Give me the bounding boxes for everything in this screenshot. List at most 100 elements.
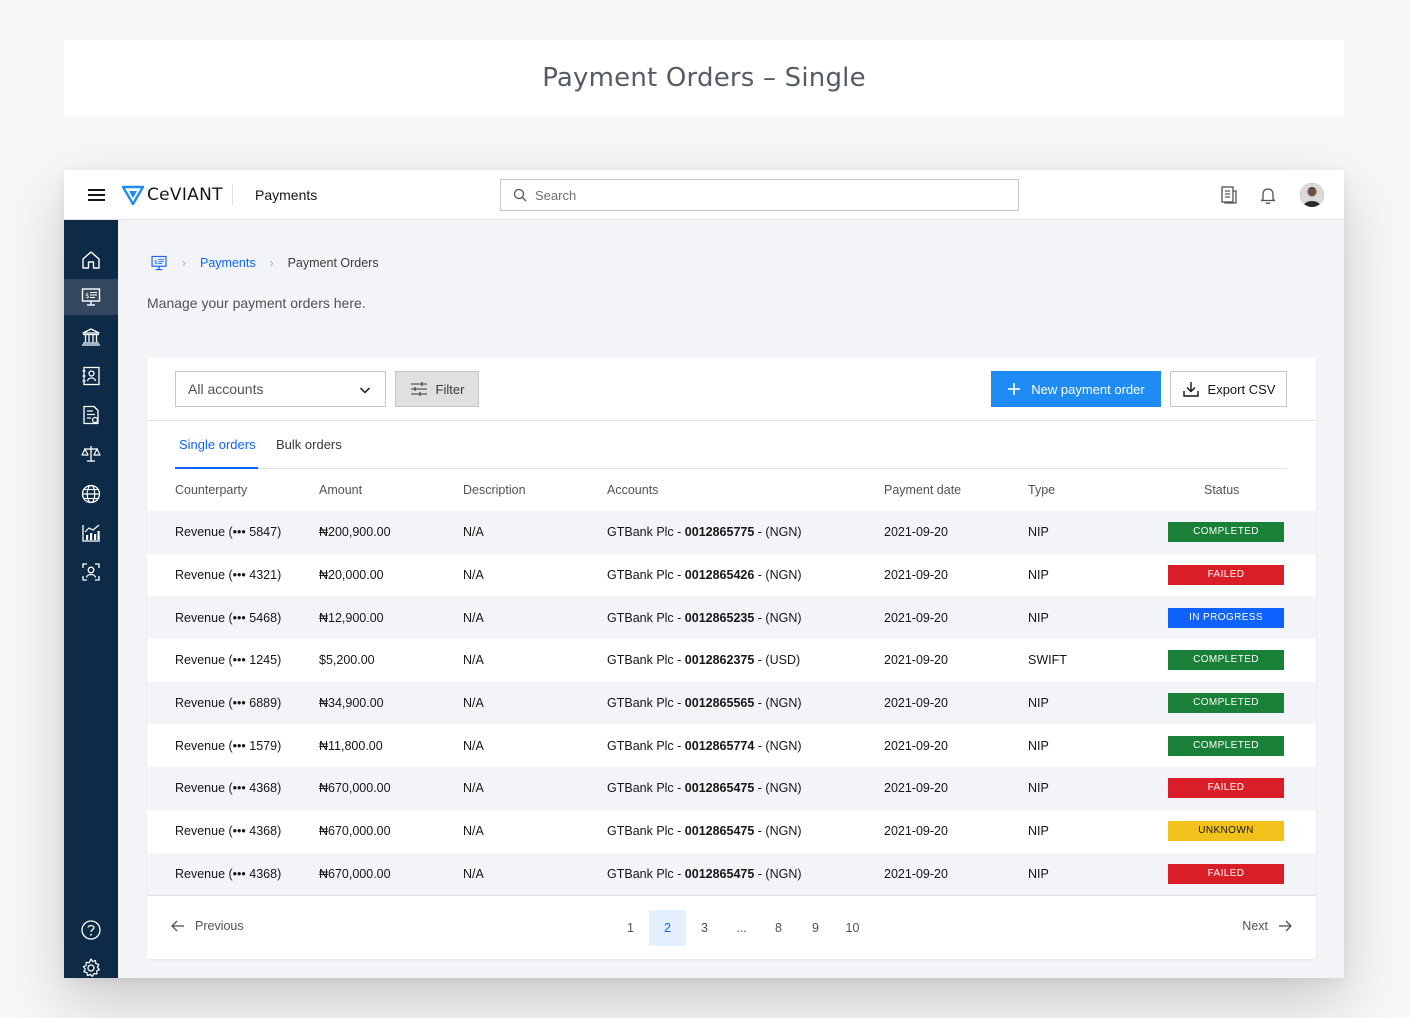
contacts-icon	[82, 366, 100, 386]
sidebar-item-invoices[interactable]	[64, 397, 118, 433]
page-number-button[interactable]: 8	[760, 910, 797, 946]
cell-status: FAILED	[1168, 767, 1316, 810]
pagination: Previous 1 2 3... 8 9 10 Next	[147, 895, 1316, 959]
page-number-button[interactable]: 2	[649, 910, 686, 946]
table-row[interactable]: Revenue (••• 1579) ₦11,800.00 N/A GTBank Pl…	[147, 724, 1316, 767]
svg-text:$: $	[154, 260, 158, 266]
header-divider	[232, 184, 233, 206]
account-bank: GTBank Plc -	[607, 568, 685, 583]
account-number: 0012865475	[684, 866, 755, 881]
document-icon[interactable]	[1218, 184, 1240, 206]
account-dropdown[interactable]: All accounts	[175, 371, 386, 407]
column-header-payment-date[interactable]: Payment date	[884, 469, 1028, 511]
account-number: 0012865475	[684, 781, 755, 796]
table-row[interactable]: Revenue (••• 4321) ₦20,000.00 N/A GTBank Pl…	[147, 554, 1316, 597]
tab-single-orders[interactable]: Single orders	[179, 437, 256, 452]
search-input[interactable]: Search	[500, 179, 1019, 211]
cell-payment-date: 2021-09-20	[884, 610, 948, 625]
table-row[interactable]: Revenue (••• 4368) ₦670,000.00 N/A GTBank P…	[147, 810, 1316, 853]
sidebar-item-settings[interactable]	[64, 950, 118, 978]
cell-type: NIP	[1028, 525, 1049, 540]
next-page-button[interactable]: Next	[1242, 919, 1292, 933]
cell-amount: ₦34,900.00	[319, 696, 384, 711]
menu-icon[interactable]	[86, 186, 108, 204]
sidebar-item-international[interactable]	[64, 476, 118, 512]
brand-logo[interactable]: CeVIANT	[122, 183, 223, 207]
table-row[interactable]: Revenue (••• 6889) ₦34,900.00 N/A GTBank Pl…	[147, 681, 1316, 725]
status-badge: IN PROGRESS	[1168, 607, 1284, 628]
filter-label: Filter	[435, 381, 465, 397]
sidebar-item-users[interactable]	[64, 554, 118, 590]
table-row[interactable]: Revenue (••• 4368) ₦670,000.00 N/A GTBank P…	[147, 852, 1316, 896]
page-number-button[interactable]: 3	[686, 910, 723, 946]
sidebar-item-compliance[interactable]	[64, 436, 118, 472]
table-row[interactable]: Revenue (••• 4368) ₦670,000.00 N/A GTBank P…	[147, 767, 1316, 810]
cell-payment-date: 2021-09-20	[884, 781, 948, 796]
table-row[interactable]: Revenue (••• 5468) ₦12,900.00 N/A GTBank Pl…	[147, 596, 1316, 640]
sidebar-item-analytics[interactable]	[64, 515, 118, 551]
cell-status: COMPLETED	[1168, 639, 1316, 682]
column-header-type[interactable]: Type	[1028, 469, 1168, 511]
sidebar-item-help[interactable]	[64, 912, 118, 948]
notification-bell-icon[interactable]	[1257, 184, 1279, 206]
account-number: 0012865774	[684, 738, 755, 753]
export-csv-label: Export CSV	[1207, 381, 1276, 397]
payments-icon[interactable]: $	[150, 254, 168, 272]
page-number-button[interactable]: 9	[797, 910, 834, 946]
sidebar-item-home[interactable]	[64, 242, 118, 278]
export-csv-button[interactable]: Export CSV	[1170, 371, 1287, 407]
account-number: 0012865426	[684, 568, 755, 583]
cell-description: N/A	[463, 696, 484, 711]
cell-accounts: GTBank Plc - 0012865475 - (NGN)	[607, 810, 884, 853]
status-badge: UNKNOWN	[1168, 821, 1284, 842]
sidebar-item-payments[interactable]: $	[64, 279, 118, 315]
sidebar: $	[64, 220, 118, 978]
bank-icon	[82, 328, 100, 346]
cell-status: UNKNOWN	[1168, 810, 1316, 853]
table-row[interactable]: Revenue (••• 1245) $5,200.00 N/A GTBank Plc…	[147, 639, 1316, 682]
cell-amount: ₦11,800.00	[319, 738, 383, 753]
search-placeholder: Search	[535, 187, 577, 203]
cell-payment-date: 2021-09-20	[884, 568, 948, 583]
new-payment-order-label: New payment order	[1031, 381, 1145, 397]
cell-status: FAILED	[1168, 554, 1316, 597]
cell-payment-date: 2021-09-20	[884, 696, 948, 711]
tab-single-orders-label: Single orders	[179, 437, 256, 452]
cell-type: NIP	[1028, 696, 1049, 711]
sidebar-item-contacts[interactable]	[64, 358, 118, 394]
column-header-status[interactable]: Status	[1168, 469, 1316, 511]
table-row[interactable]: Revenue (••• 5847) ₦200,900.00 N/A GTBank P…	[147, 511, 1316, 554]
cell-type: NIP	[1028, 568, 1049, 583]
account-currency: - (NGN)	[754, 738, 802, 753]
cell-description: N/A	[463, 568, 484, 583]
breadcrumb: $ › Payments › Payment Orders	[150, 254, 379, 272]
column-header-accounts[interactable]: Accounts	[607, 469, 884, 511]
cell-type: SWIFT	[1028, 653, 1067, 668]
cell-counterparty: Revenue (••• 5847)	[175, 525, 282, 540]
account-currency: - (NGN)	[754, 824, 802, 839]
status-badge: FAILED	[1168, 863, 1284, 884]
account-number: 0012865565	[684, 696, 755, 711]
next-label: Next	[1242, 919, 1268, 933]
breadcrumb-payments[interactable]: Payments	[200, 256, 256, 270]
page-number-button[interactable]: 1	[612, 910, 649, 946]
account-currency: - (USD)	[754, 653, 801, 668]
column-header-description[interactable]: Description	[463, 469, 607, 511]
column-header-amount[interactable]: Amount	[319, 469, 463, 511]
status-badge: FAILED	[1168, 565, 1284, 586]
column-header-counterparty[interactable]: Counterparty	[147, 469, 319, 511]
tab-bulk-orders-label: Bulk orders	[276, 437, 342, 452]
account-number: 0012862375	[684, 653, 755, 668]
page-number-button[interactable]: 10	[834, 910, 871, 946]
sidebar-item-bank[interactable]	[64, 319, 118, 355]
tab-bulk-orders[interactable]: Bulk orders	[276, 437, 342, 452]
cell-accounts: GTBank Plc - 0012865774 - (NGN)	[607, 724, 884, 767]
filter-button[interactable]: Filter	[395, 371, 479, 407]
cell-description: N/A	[463, 781, 484, 796]
cell-amount: ₦670,000.00	[319, 781, 391, 796]
new-payment-order-button[interactable]: New payment order	[991, 371, 1161, 407]
account-bank: GTBank Plc -	[607, 781, 685, 796]
cell-payment-date: 2021-09-20	[884, 824, 948, 839]
user-avatar[interactable]	[1300, 183, 1324, 207]
previous-page-button[interactable]: Previous	[171, 919, 244, 933]
